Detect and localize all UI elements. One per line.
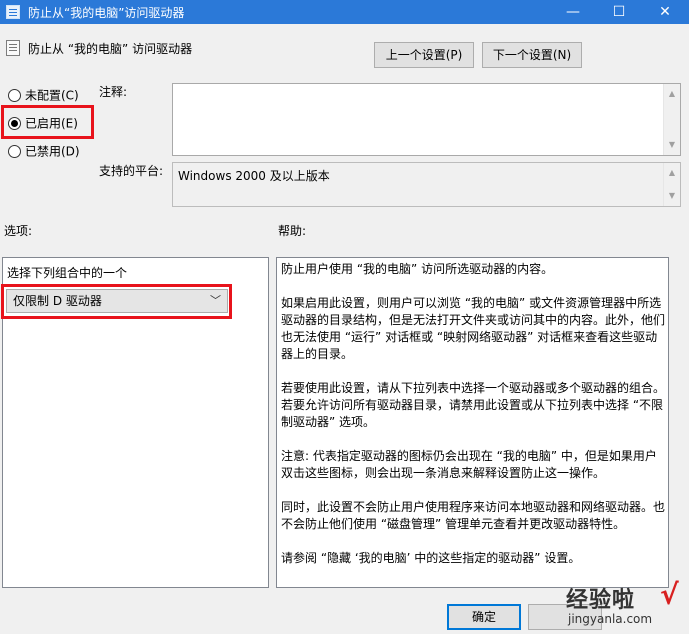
comment-textarea[interactable]: ▲ ▼ [172, 83, 681, 156]
help-paragraph: 请参阅 “隐藏 ‘我的电脑’ 中的这些指定的驱动器” 设置。 [281, 551, 581, 565]
platform-label: 支持的平台: [99, 164, 164, 178]
options-section-label: 选项: [4, 224, 33, 238]
help-paragraph: 如果启用此设置，则用户可以浏览 “我的电脑” 或文件资源管理器中所选驱动器的目录… [281, 296, 666, 361]
watermark-check-icon: √ [660, 578, 679, 611]
platform-textbox: Windows 2000 及以上版本 ▲ ▼ [172, 162, 681, 207]
scroll-down-icon[interactable]: ▼ [664, 188, 680, 204]
help-section-label: 帮助: [278, 224, 307, 238]
prev-setting-button[interactable]: 上一个设置(P) [374, 42, 474, 68]
help-paragraph: 注意: 代表指定驱动器的图标仍会出现在 “我的电脑” 中，但是如果用户双击这些图… [281, 449, 657, 480]
highlight-enabled-box [1, 105, 94, 139]
help-paragraph: 同时，此设置不会防止用户使用程序来访问本地驱动器和网络驱动器。也不会防止他们使用… [281, 500, 666, 531]
watermark-text: 经验啦 [566, 588, 636, 613]
radio-label-disabled: 已禁用(D) [25, 144, 80, 159]
ok-button[interactable]: 确定 [447, 604, 521, 630]
scroll-down-icon[interactable]: ▼ [664, 137, 680, 153]
close-button[interactable]: ✕ [642, 0, 688, 24]
window-title: 防止从“我的电脑”访问驱动器 [28, 6, 185, 20]
minimize-button[interactable]: — [550, 0, 596, 24]
radio-circle-disabled[interactable] [8, 145, 21, 158]
help-paragraph: 若要使用此设置，请从下拉列表中选择一个驱动器或多个驱动器的组合。若要允许访问所有… [281, 381, 666, 429]
combo-label: 选择下列组合中的一个 [7, 266, 128, 280]
platform-value: Windows 2000 及以上版本 [178, 169, 330, 183]
watermark-url: jingyanla.com [568, 612, 653, 626]
title-bar: 防止从“我的电脑”访问驱动器 — ☐ ✕ [0, 0, 689, 24]
radio-not-configured[interactable]: 未配置(C) [8, 86, 79, 104]
radio-label-not-configured: 未配置(C) [25, 88, 79, 103]
radio-circle-not-configured[interactable] [8, 89, 21, 102]
policy-window-icon [6, 5, 20, 19]
policy-title: 防止从 “我的电脑” 访问驱动器 [28, 42, 193, 56]
watermark: 经验啦 √ jingyanla.com [566, 578, 689, 634]
maximize-button[interactable]: ☐ [596, 0, 642, 24]
comment-scrollbar[interactable]: ▲ ▼ [663, 84, 680, 155]
radio-disabled[interactable]: 已禁用(D) [8, 142, 80, 160]
policy-setting-icon [6, 40, 20, 56]
next-setting-button[interactable]: 下一个设置(N) [482, 42, 582, 68]
highlight-dropdown-box [1, 284, 232, 319]
help-paragraph: 防止用户使用 “我的电脑” 访问所选驱动器的内容。 [281, 262, 554, 276]
comment-label: 注释: [99, 85, 128, 99]
platform-scrollbar[interactable]: ▲ ▼ [663, 163, 680, 206]
scroll-up-icon[interactable]: ▲ [664, 86, 680, 102]
help-text: 防止用户使用 “我的电脑” 访问所选驱动器的内容。 如果启用此设置，则用户可以浏… [281, 261, 667, 567]
scroll-up-icon[interactable]: ▲ [664, 165, 680, 181]
